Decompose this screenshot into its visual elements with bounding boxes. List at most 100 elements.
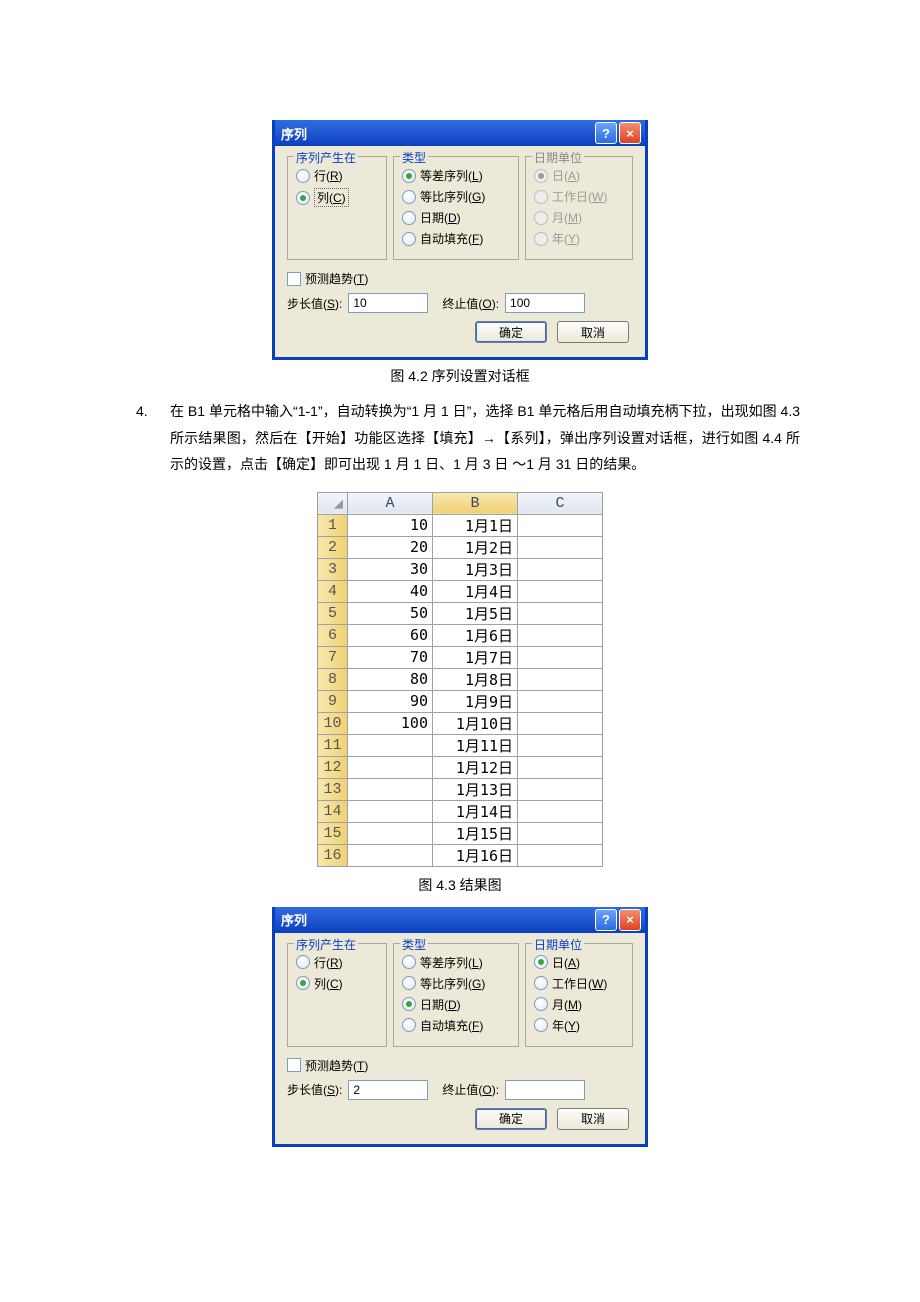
cell-A[interactable]: 80 bbox=[348, 668, 433, 690]
cell-B[interactable]: 1月1日 bbox=[433, 514, 518, 536]
ok-button[interactable]: 确定 bbox=[475, 321, 547, 343]
radio-day[interactable]: 日(A) bbox=[534, 954, 624, 971]
row-header[interactable]: 4 bbox=[318, 580, 348, 602]
radio-geo[interactable]: 等比序列(G) bbox=[402, 975, 510, 992]
radio-date[interactable]: 日期(D) bbox=[402, 209, 510, 226]
cell-A[interactable]: 90 bbox=[348, 690, 433, 712]
cancel-button[interactable]: 取消 bbox=[557, 321, 629, 343]
cell-A[interactable] bbox=[348, 734, 433, 756]
cell-A[interactable]: 70 bbox=[348, 646, 433, 668]
cell-C[interactable] bbox=[518, 558, 603, 580]
row-header[interactable]: 10 bbox=[318, 712, 348, 734]
cell-C[interactable] bbox=[518, 822, 603, 844]
stop-input[interactable] bbox=[505, 293, 585, 313]
cell-C[interactable] bbox=[518, 690, 603, 712]
cell-A[interactable]: 100 bbox=[348, 712, 433, 734]
row-header[interactable]: 1 bbox=[318, 514, 348, 536]
close-icon[interactable]: × bbox=[619, 909, 641, 931]
row-header[interactable]: 7 bbox=[318, 646, 348, 668]
cell-A[interactable]: 30 bbox=[348, 558, 433, 580]
cell-A[interactable] bbox=[348, 822, 433, 844]
cell-C[interactable] bbox=[518, 800, 603, 822]
row-header[interactable]: 3 bbox=[318, 558, 348, 580]
cell-C[interactable] bbox=[518, 734, 603, 756]
row-header[interactable]: 16 bbox=[318, 844, 348, 866]
cancel-button[interactable]: 取消 bbox=[557, 1108, 629, 1130]
help-icon[interactable]: ? bbox=[595, 122, 617, 144]
radio-date[interactable]: 日期(D) bbox=[402, 996, 510, 1013]
row-header[interactable]: 9 bbox=[318, 690, 348, 712]
col-header-C[interactable]: C bbox=[518, 492, 603, 514]
cell-C[interactable] bbox=[518, 536, 603, 558]
cell-B[interactable]: 1月10日 bbox=[433, 712, 518, 734]
cell-B[interactable]: 1月8日 bbox=[433, 668, 518, 690]
col-header-B[interactable]: B bbox=[433, 492, 518, 514]
cell-C[interactable] bbox=[518, 646, 603, 668]
cell-B[interactable]: 1月12日 bbox=[433, 756, 518, 778]
cell-A[interactable] bbox=[348, 800, 433, 822]
row-header[interactable]: 15 bbox=[318, 822, 348, 844]
radio-row[interactable]: 行(R) bbox=[296, 954, 378, 971]
cell-A[interactable]: 50 bbox=[348, 602, 433, 624]
trend-checkbox[interactable]: 预测趋势(T) bbox=[287, 270, 633, 287]
close-icon[interactable]: × bbox=[619, 122, 641, 144]
stop-input[interactable] bbox=[505, 1080, 585, 1100]
cell-B[interactable]: 1月16日 bbox=[433, 844, 518, 866]
cell-B[interactable]: 1月9日 bbox=[433, 690, 518, 712]
row-header[interactable]: 11 bbox=[318, 734, 348, 756]
ok-button[interactable]: 确定 bbox=[475, 1108, 547, 1130]
radio-year[interactable]: 年(Y) bbox=[534, 1017, 624, 1034]
trend-checkbox[interactable]: 预测趋势(T) bbox=[287, 1057, 633, 1074]
cell-B[interactable]: 1月3日 bbox=[433, 558, 518, 580]
cell-A[interactable]: 60 bbox=[348, 624, 433, 646]
cell-C[interactable] bbox=[518, 668, 603, 690]
cell-A[interactable]: 40 bbox=[348, 580, 433, 602]
cell-B[interactable]: 1月4日 bbox=[433, 580, 518, 602]
cell-B[interactable]: 1月15日 bbox=[433, 822, 518, 844]
cell-A[interactable]: 10 bbox=[348, 514, 433, 536]
row-header[interactable]: 6 bbox=[318, 624, 348, 646]
cell-B[interactable]: 1月14日 bbox=[433, 800, 518, 822]
cell-A[interactable]: 20 bbox=[348, 536, 433, 558]
cell-C[interactable] bbox=[518, 514, 603, 536]
radio-workday[interactable]: 工作日(W) bbox=[534, 975, 624, 992]
radio-month[interactable]: 月(M) bbox=[534, 996, 624, 1013]
row-header[interactable]: 13 bbox=[318, 778, 348, 800]
cell-B[interactable]: 1月13日 bbox=[433, 778, 518, 800]
row-header[interactable]: 12 bbox=[318, 756, 348, 778]
cell-C[interactable] bbox=[518, 756, 603, 778]
col-header-A[interactable]: A bbox=[348, 492, 433, 514]
cell-B[interactable]: 1月5日 bbox=[433, 602, 518, 624]
titlebar[interactable]: 序列 ? × bbox=[275, 907, 645, 933]
row-header[interactable]: 2 bbox=[318, 536, 348, 558]
cell-C[interactable] bbox=[518, 712, 603, 734]
cell-C[interactable] bbox=[518, 844, 603, 866]
radio-arith[interactable]: 等差序列(L) bbox=[402, 167, 510, 184]
radio-autofill[interactable]: 自动填充(F) bbox=[402, 230, 510, 247]
corner-cell[interactable]: ◢ bbox=[318, 492, 348, 514]
cell-C[interactable] bbox=[518, 580, 603, 602]
cell-C[interactable] bbox=[518, 624, 603, 646]
help-icon[interactable]: ? bbox=[595, 909, 617, 931]
radio-row[interactable]: 行(R) bbox=[296, 167, 378, 184]
cell-B[interactable]: 1月11日 bbox=[433, 734, 518, 756]
titlebar[interactable]: 序列 ? × bbox=[275, 120, 645, 146]
radio-col[interactable]: 列(C) bbox=[296, 975, 378, 992]
row-header[interactable]: 14 bbox=[318, 800, 348, 822]
cell-A[interactable] bbox=[348, 756, 433, 778]
cell-B[interactable]: 1月7日 bbox=[433, 646, 518, 668]
cell-C[interactable] bbox=[518, 602, 603, 624]
row-header[interactable]: 8 bbox=[318, 668, 348, 690]
radio-col[interactable]: 列(C) bbox=[296, 188, 378, 207]
row-header[interactable]: 5 bbox=[318, 602, 348, 624]
radio-geo[interactable]: 等比序列(G) bbox=[402, 188, 510, 205]
cell-B[interactable]: 1月2日 bbox=[433, 536, 518, 558]
radio-autofill[interactable]: 自动填充(F) bbox=[402, 1017, 510, 1034]
step-input[interactable] bbox=[348, 1080, 428, 1100]
cell-A[interactable] bbox=[348, 844, 433, 866]
cell-C[interactable] bbox=[518, 778, 603, 800]
cell-B[interactable]: 1月6日 bbox=[433, 624, 518, 646]
cell-A[interactable] bbox=[348, 778, 433, 800]
step-input[interactable] bbox=[348, 293, 428, 313]
radio-arith[interactable]: 等差序列(L) bbox=[402, 954, 510, 971]
